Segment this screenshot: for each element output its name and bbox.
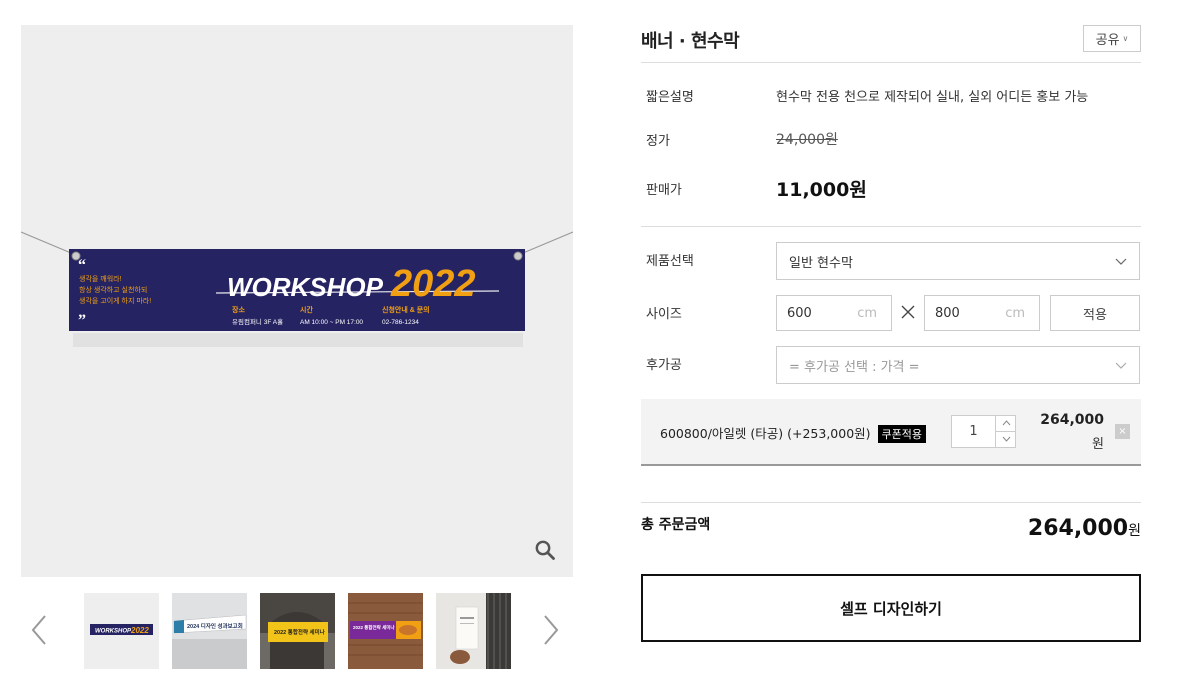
total-unit: 원	[1128, 523, 1141, 539]
divider	[641, 62, 1141, 63]
share-button[interactable]: 공유 ∨	[1083, 25, 1141, 52]
selected-option-row: 600800/아일렛 (타공) (+253,000원) 쿠폰적용 1 264,0…	[641, 399, 1141, 466]
banner-quote-line-3: 생각을 고이게 하지 마라!	[79, 296, 151, 305]
banner-year: 2022	[390, 263, 476, 305]
banner-contact-value: 02-786-1234	[382, 319, 419, 326]
svg-text:2024 디자인 성과보고회: 2024 디자인 성과보고회	[187, 622, 243, 630]
svg-text:WORKSHOP: WORKSHOP	[95, 629, 132, 635]
banner-quote-line-2: 항상 생각하고 실천하되	[79, 285, 147, 294]
thumbnail-food-banner[interactable]: 2022 통합전략 세미나	[348, 593, 423, 669]
total-label: 총 주문금액	[641, 517, 711, 533]
quantity-increase-button[interactable]	[995, 416, 1016, 432]
summary-label: 짧은설명	[646, 90, 694, 105]
quantity-stepper[interactable]: 1	[951, 415, 1016, 448]
self-design-button[interactable]: 셀프 디자인하기	[641, 574, 1141, 642]
chevron-right-icon[interactable]	[540, 613, 562, 647]
chevron-up-icon	[1002, 420, 1010, 426]
product-info-panel: 배너 · 현수막 공유 ∨ 짧은설명 현수막 전용 천으로 제작되어 실내, 실…	[641, 0, 1141, 676]
thumbnail-standing-banner[interactable]	[436, 593, 511, 669]
thumbnail-strip: WORKSHOP 2022 2024 디자인 성과보고회 2022 통합전략 세…	[84, 593, 514, 669]
banner-quote-line-1: 생각을 깨워라!	[79, 274, 122, 283]
product-title: 배너 · 현수막	[641, 31, 740, 52]
coupon-badge[interactable]: 쿠폰적용	[877, 425, 927, 443]
svg-text:2022 통합전략 세미나: 2022 통합전략 세미나	[274, 628, 325, 636]
svg-text:”: ”	[78, 312, 86, 329]
selected-option-name: 600800/아일렛 (타공) (+253,000원) 쿠폰적용	[660, 423, 927, 443]
divider	[641, 502, 1141, 503]
post-process-placeholder: = 후가공 선택 : 가격 =	[789, 359, 920, 375]
height-value: 800	[935, 305, 960, 321]
selected-option-price: 264,000	[1040, 412, 1104, 428]
total-value: 264,000	[1027, 516, 1129, 541]
banner-place-label: 장소	[232, 305, 245, 314]
zoom-icon[interactable]	[534, 539, 556, 561]
main-product-image: “ ” 생각을 깨워라! 항상 생각하고 실천하되 생각을 고이게 하지 마라!…	[21, 25, 573, 577]
width-input[interactable]: 600 cm	[776, 295, 892, 331]
quantity-value[interactable]: 1	[952, 416, 995, 447]
selected-option-text: 600800/아일렛 (타공) (+253,000원)	[660, 426, 871, 441]
total-amount: 264,000원	[1028, 516, 1141, 541]
thumbnail-design-seminar[interactable]: 2024 디자인 성과보고회	[172, 593, 247, 669]
width-value: 600	[787, 305, 812, 321]
divider	[641, 226, 1141, 227]
selected-option-price-unit: 원	[1092, 437, 1104, 452]
chevron-down-icon	[1115, 258, 1127, 265]
product-select-label: 제품선택	[646, 254, 694, 269]
banner-time-label: 시간	[300, 305, 313, 314]
chevron-down-icon	[1115, 362, 1127, 369]
thumbnail-yellow-seminar[interactable]: 2022 통합전략 세미나	[260, 593, 335, 669]
banner-place-value: 유림컴퍼니 3F A홀	[232, 317, 283, 326]
banner-headline: WORKSHOP	[227, 272, 384, 302]
width-unit: cm	[857, 305, 877, 321]
quantity-decrease-button[interactable]	[995, 431, 1016, 447]
summary-value: 현수막 전용 천으로 제작되어 실내, 실외 어디든 홍보 가능	[776, 90, 1089, 105]
remove-option-button[interactable]: ×	[1115, 424, 1130, 439]
apply-size-button[interactable]: 적용	[1050, 295, 1140, 331]
banner-time-value: AM 10:00 ~ PM 17:00	[300, 319, 363, 326]
share-label: 공유	[1095, 33, 1120, 48]
product-select[interactable]: 일반 현수막	[776, 242, 1140, 280]
close-icon: ×	[1118, 426, 1127, 437]
list-price-value: 24,000원	[776, 132, 838, 148]
product-select-value: 일반 현수막	[789, 255, 853, 271]
sale-price-value: 11,000원	[776, 179, 867, 201]
svg-text:“: “	[78, 257, 86, 274]
thumbnail-workshop[interactable]: WORKSHOP 2022	[84, 593, 159, 669]
banner-contact-label: 신청안내 & 문의	[382, 305, 430, 314]
chevron-down-icon	[1002, 436, 1010, 443]
height-input[interactable]: 800 cm	[924, 295, 1040, 331]
chevron-left-icon[interactable]	[28, 613, 50, 647]
post-process-label: 후가공	[646, 358, 682, 373]
list-price-label: 정가	[646, 134, 670, 149]
chevron-down-icon: ∨	[1122, 34, 1129, 43]
banner-mockup: “ ” 생각을 깨워라! 항상 생각하고 실천하되 생각을 고이게 하지 마라!…	[21, 231, 573, 347]
post-process-select[interactable]: = 후가공 선택 : 가격 =	[776, 346, 1140, 384]
sale-price-label: 판매가	[646, 183, 682, 198]
multiply-icon	[901, 305, 915, 319]
svg-text:2022 통합전략 세미나: 2022 통합전략 세미나	[353, 624, 395, 631]
svg-text:2022: 2022	[130, 626, 149, 635]
size-label: 사이즈	[646, 307, 682, 322]
height-unit: cm	[1005, 305, 1025, 321]
